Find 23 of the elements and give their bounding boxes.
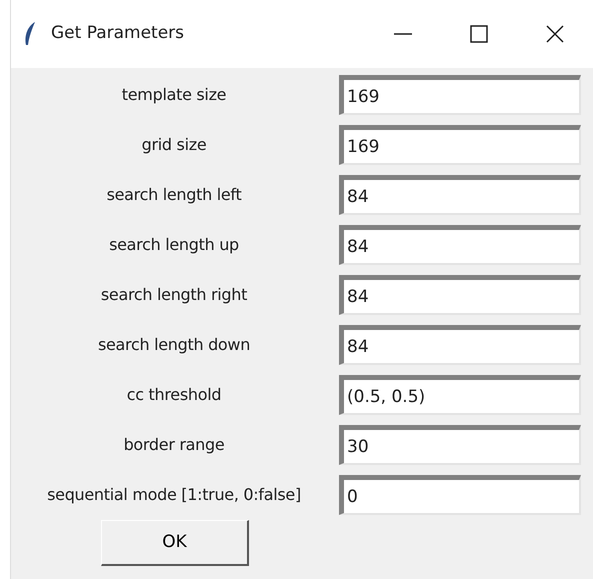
field-label: template size [120,84,228,106]
input-field[interactable]: 84 [339,175,581,215]
field-label: search length right [100,284,248,306]
close-icon[interactable] [545,24,565,44]
feather-icon [23,21,37,47]
field-label: search length left [106,184,242,206]
input-field[interactable]: 84 [339,275,581,315]
input-field[interactable]: (0.5, 0.5) [339,375,581,415]
window-title: Get Parameters [51,22,186,46]
field-label: search length down [96,334,252,356]
field-label: grid size [140,134,208,156]
input-field[interactable]: 84 [339,325,581,365]
input-field[interactable]: 169 [339,75,581,115]
input-field[interactable]: 169 [339,125,581,165]
maximize-icon[interactable] [469,24,489,44]
field-label: border range [122,434,226,456]
input-field[interactable]: 84 [339,225,581,265]
input-field[interactable]: 0 [339,475,581,515]
input-field[interactable]: 30 [339,425,581,465]
field-label: sequential mode [1:true, 0:false] [46,484,302,506]
ok-button[interactable]: OK [101,520,249,566]
field-label: cc threshold [126,384,222,406]
field-label: search length up [108,234,240,256]
